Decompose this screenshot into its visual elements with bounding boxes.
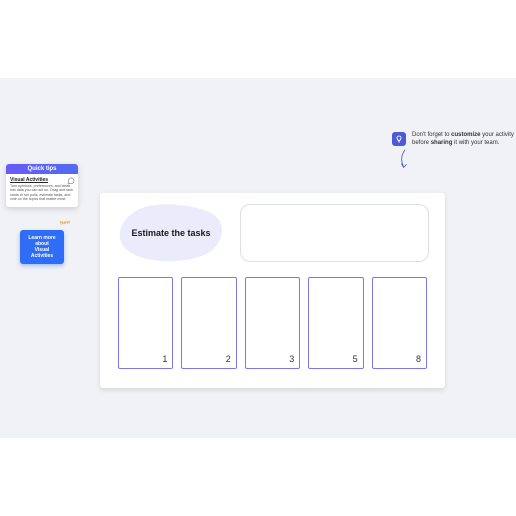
tips-title: Visual Activities xyxy=(10,178,74,183)
learn-more-line1: Learn more about xyxy=(26,235,58,247)
estimate-card[interactable]: 3 xyxy=(245,277,300,369)
hint-text: Don't forget to customize your activity … xyxy=(412,132,516,148)
learn-more-line2: Visual Activities xyxy=(26,247,58,259)
learn-more-button[interactable]: Learn more about Visual Activities xyxy=(20,230,64,264)
estimate-cards-row: 1 2 3 5 8 xyxy=(116,277,429,369)
estimate-card[interactable]: 5 xyxy=(308,277,363,369)
activity-prompt-text: Estimate the tasks xyxy=(131,228,210,238)
activity-prompt[interactable]: Estimate the tasks xyxy=(116,203,226,263)
chat-icon xyxy=(67,177,75,187)
card-value: 2 xyxy=(226,354,231,364)
card-value: 3 xyxy=(289,354,294,364)
card-value: 1 xyxy=(162,354,167,364)
customize-hint: Don't forget to customize your activity … xyxy=(392,132,516,148)
quick-tips-card: Quick tips Visual Activities Turn opinio… xyxy=(6,164,78,207)
activity-canvas[interactable]: Estimate the tasks 1 2 3 5 8 xyxy=(100,193,445,388)
card-value: 8 xyxy=(416,354,421,364)
hint-arrow-icon xyxy=(398,148,412,170)
estimate-card[interactable]: 8 xyxy=(372,277,427,369)
quick-tips-header: Quick tips xyxy=(6,164,78,174)
estimate-card[interactable]: 2 xyxy=(181,277,236,369)
tips-description: Turn opinions, preferences, and ideas in… xyxy=(10,184,74,202)
response-dropzone[interactable] xyxy=(240,204,429,262)
estimate-card[interactable]: 1 xyxy=(118,277,173,369)
card-value: 5 xyxy=(353,354,358,364)
lightbulb-icon xyxy=(392,132,406,146)
